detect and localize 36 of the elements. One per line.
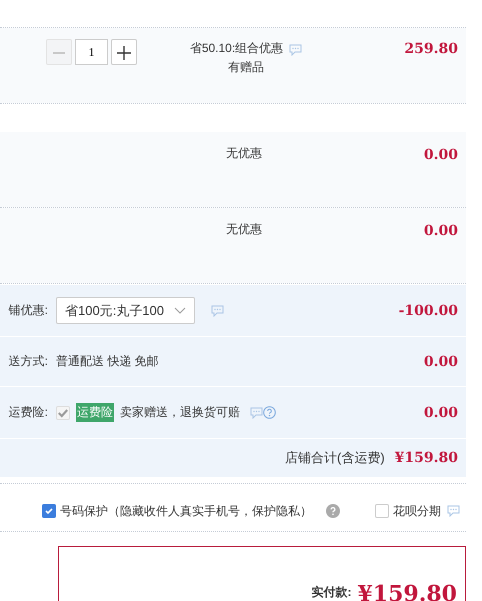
- amount: 0.00: [424, 352, 458, 372]
- help-icon[interactable]: [326, 504, 340, 518]
- chat-icon[interactable]: [289, 42, 302, 54]
- checkbox[interactable]: [42, 504, 56, 518]
- chat-icon[interactable]: [250, 406, 263, 418]
- chat-icon[interactable]: [447, 505, 460, 517]
- option-label[interactable]: 号码保护（隐藏收件人真实手机号，保护隐私）: [60, 502, 312, 520]
- plus-icon: [117, 46, 131, 60]
- increment-button[interactable]: [111, 39, 137, 65]
- payment-label: 实付款:: [311, 584, 352, 601]
- option-label[interactable]: 花呗分期: [393, 502, 441, 520]
- insurance-text: 卖家赠送，退换货可赔: [120, 404, 240, 421]
- field-label: 运费险:: [8, 404, 48, 421]
- field-label: 铺优惠:: [8, 302, 48, 319]
- amount: ¥159.80: [394, 449, 458, 468]
- caret-icon: [174, 306, 186, 314]
- insurance-tag: 运费险: [76, 403, 114, 422]
- payment-amount: ¥159.80: [357, 581, 457, 601]
- total-label: 店铺合计(含运费): [285, 449, 385, 467]
- amount: -100.00: [398, 302, 458, 320]
- amount: 259.80: [404, 40, 458, 59]
- promo-text: 省50.10:组合优惠: [190, 40, 284, 57]
- amount: 0.00: [424, 404, 458, 422]
- amount: 0.00: [424, 146, 458, 165]
- check-icon: [44, 506, 54, 516]
- amount: 0.00: [424, 222, 458, 241]
- gift-label: 有赠品: [228, 59, 264, 76]
- quantity-field[interactable]: 1: [75, 39, 108, 65]
- chat-icon[interactable]: [211, 304, 224, 316]
- discount-text: 无优惠: [226, 145, 262, 162]
- field-label: 送方式:: [8, 353, 48, 370]
- shipping-method: 普通配送 快递 免邮: [56, 353, 159, 370]
- discount-text: 无优惠: [226, 221, 262, 238]
- coupon-dropdown[interactable]: 省100元:丸子100: [56, 297, 195, 324]
- checkbox[interactable]: [375, 504, 389, 518]
- help-icon[interactable]: [263, 406, 276, 419]
